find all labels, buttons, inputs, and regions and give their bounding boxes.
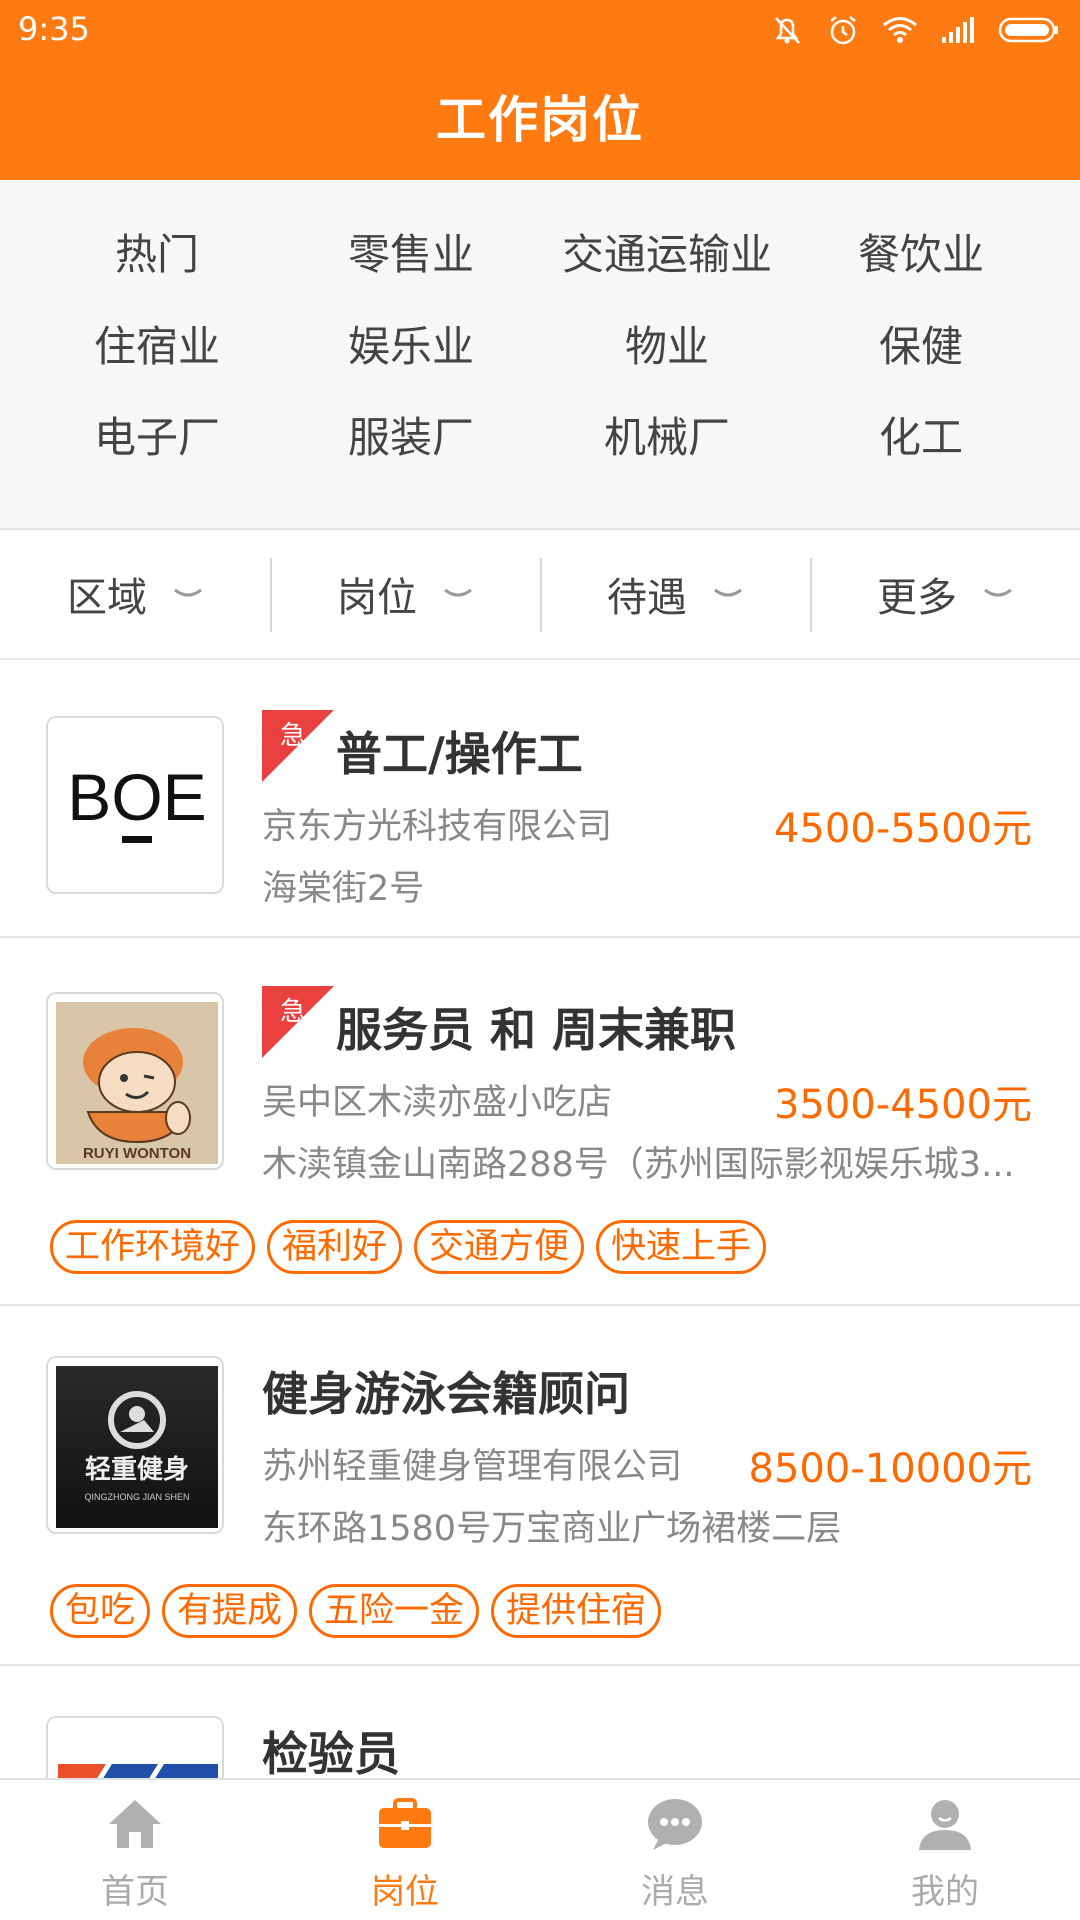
briefcase-icon — [375, 1794, 435, 1858]
category-item[interactable]: 机械厂 — [532, 408, 802, 468]
filter-bar: 区域 岗位 待遇 更多 — [0, 530, 1080, 660]
job-title: 服务员 和 周末兼职 — [336, 1003, 737, 1057]
logo-text: 轻重健身 — [85, 1454, 189, 1485]
job-tags: 工作环境好 福利好 交通方便 快速上手 — [50, 1220, 767, 1274]
company-logo: RUYI WONTON — [46, 992, 224, 1170]
urgent-badge: 急 — [262, 710, 334, 782]
battery-icon — [998, 16, 1060, 44]
job-tag: 有提成 — [162, 1584, 298, 1638]
salary: 3500-4500元 — [773, 1082, 1032, 1128]
filter-area[interactable]: 区域 — [0, 530, 270, 658]
job-title: 健身游泳会籍顾问 — [262, 1367, 630, 1421]
nav-profile[interactable]: 我的 — [810, 1780, 1080, 1920]
signal-icon — [940, 15, 976, 45]
job-address: 木渎镇金山南路288号（苏州国际影视娱乐城3... — [262, 1145, 1015, 1185]
wifi-icon — [882, 15, 918, 45]
category-item[interactable]: 住宿业 — [22, 317, 292, 377]
job-address: 海棠街2号 — [262, 869, 425, 909]
category-grid: 热门 零售业 交通运输业 餐饮业 住宿业 娱乐业 物业 保健 电子厂 服装厂 机… — [0, 180, 1080, 530]
job-tag: 快速上手 — [596, 1220, 767, 1274]
filter-label: 岗位 — [337, 575, 417, 621]
mute-bell-icon — [770, 13, 804, 47]
filter-label: 更多 — [877, 575, 957, 621]
job-title: 普工/操作工 — [336, 727, 583, 781]
category-item[interactable]: 物业 — [532, 317, 802, 377]
alarm-icon — [826, 13, 860, 47]
home-icon — [105, 1794, 165, 1858]
chevron-down-icon — [173, 587, 203, 601]
company-logo: BOE — [46, 716, 224, 894]
user-icon — [915, 1794, 975, 1858]
job-tag: 福利好 — [267, 1220, 403, 1274]
job-tag: 五险一金 — [309, 1584, 480, 1638]
salary: 8500-10000元 — [748, 1446, 1032, 1492]
job-tag: 工作环境好 — [50, 1220, 256, 1274]
nav-label: 我的 — [911, 1872, 979, 1912]
logo-text: RUYI WONTON — [83, 1145, 191, 1162]
category-item[interactable]: 化工 — [786, 408, 1056, 468]
job-card[interactable]: 轻重健身 QINGZHONG JIAN SHEN 健身游泳会籍顾问 苏州轻重健身… — [0, 1306, 1080, 1666]
nav-label: 首页 — [101, 1872, 169, 1912]
job-card[interactable]: RUYI WONTON 急 服务员 和 周末兼职 吴中区木渎亦盛小吃店 3500… — [0, 938, 1080, 1306]
bottom-nav: 首页 岗位 消息 我的 — [0, 1778, 1080, 1920]
filter-salary[interactable]: 待遇 — [540, 530, 810, 658]
company-name: 吴中区木渎亦盛小吃店 — [262, 1083, 613, 1123]
company-logo: 轻重健身 QINGZHONG JIAN SHEN — [46, 1356, 224, 1534]
category-item[interactable]: 电子厂 — [22, 408, 292, 468]
filter-more[interactable]: 更多 — [810, 530, 1080, 658]
message-icon — [645, 1794, 705, 1858]
category-item[interactable]: 娱乐业 — [276, 317, 546, 377]
page-title: 工作岗位 — [436, 91, 644, 149]
job-tags: 包吃 有提成 五险一金 提供住宿 — [50, 1584, 662, 1638]
status-icons — [770, 8, 1060, 52]
chevron-down-icon — [713, 587, 743, 601]
nav-home[interactable]: 首页 — [0, 1780, 270, 1920]
category-item[interactable]: 交通运输业 — [532, 225, 802, 285]
job-tag: 包吃 — [50, 1584, 151, 1638]
urgent-label: 急 — [280, 997, 306, 1027]
logo-text: BOE — [67, 760, 206, 834]
nav-label: 岗位 — [371, 1872, 439, 1912]
status-bar: 9:35 — [0, 0, 1080, 60]
chevron-down-icon — [443, 587, 473, 601]
category-item[interactable]: 零售业 — [276, 225, 546, 285]
nav-label: 消息 — [641, 1872, 709, 1912]
category-item[interactable]: 餐饮业 — [786, 225, 1056, 285]
category-item[interactable]: 服装厂 — [276, 408, 546, 468]
job-address: 东环路1580号万宝商业广场裙楼二层 — [262, 1509, 842, 1549]
company-name: 京东方光科技有限公司 — [262, 807, 613, 847]
job-card[interactable]: 检验员 — [0, 1666, 1080, 1778]
job-tag: 交通方便 — [414, 1220, 585, 1274]
chevron-down-icon — [983, 587, 1013, 601]
urgent-badge: 急 — [262, 986, 334, 1058]
company-logo — [46, 1716, 224, 1778]
company-name: 苏州轻重健身管理有限公司 — [262, 1447, 683, 1487]
category-item[interactable]: 保健 — [786, 317, 1056, 377]
filter-position[interactable]: 岗位 — [270, 530, 540, 658]
job-title: 检验员 — [262, 1727, 400, 1778]
logo-subtext: QINGZHONG JIAN SHEN — [84, 1492, 189, 1502]
title-bar: 工作岗位 — [0, 60, 1080, 180]
category-item[interactable]: 热门 — [22, 225, 292, 285]
job-tag: 提供住宿 — [491, 1584, 662, 1638]
status-time: 9:35 — [18, 10, 90, 48]
nav-jobs[interactable]: 岗位 — [270, 1780, 540, 1920]
filter-label: 待遇 — [607, 575, 687, 621]
filter-label: 区域 — [67, 575, 147, 621]
job-card[interactable]: BOE 急 普工/操作工 京东方光科技有限公司 4500-5500元 海棠街2号 — [0, 662, 1080, 938]
urgent-label: 急 — [280, 721, 306, 751]
salary: 4500-5500元 — [773, 806, 1032, 852]
nav-messages[interactable]: 消息 — [540, 1780, 810, 1920]
